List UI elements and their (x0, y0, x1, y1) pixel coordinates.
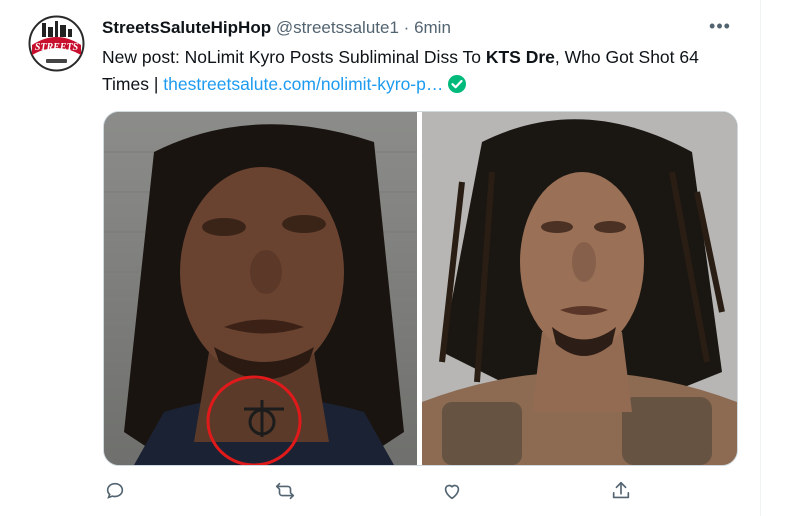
tweet-text-part1: New post: NoLimit Kyro Posts Subliminal … (102, 47, 486, 67)
more-options-icon[interactable]: ••• (705, 14, 735, 38)
share-icon[interactable] (610, 480, 636, 506)
check-circle-icon (448, 75, 467, 93)
tweet-header: StreetsSaluteHipHop @streetssalute1 · 6m… (102, 17, 451, 39)
tweet-text: New post: NoLimit Kyro Posts Subliminal … (102, 44, 722, 98)
mugshot-photo-right[interactable] (422, 112, 737, 465)
separator: · (403, 18, 410, 37)
avatar[interactable]: STREETS (28, 15, 85, 72)
display-name[interactable]: StreetsSaluteHipHop (102, 18, 271, 37)
mugshot-photo-left[interactable] (104, 112, 417, 465)
tweet[interactable]: STREETS StreetsSaluteHipHop @streetssalu… (0, 0, 761, 516)
handle[interactable]: @streetssalute1 (276, 18, 399, 37)
streets-salute-logo: STREETS (28, 15, 85, 72)
tweet-text-bold: KTS Dre (485, 47, 555, 67)
retweet-icon[interactable] (274, 480, 300, 506)
reply-icon[interactable] (104, 480, 130, 506)
like-icon[interactable] (441, 480, 467, 506)
article-link[interactable]: thestreetsalute.com/nolimit-kyro-p… (163, 74, 443, 94)
media-grid[interactable] (103, 111, 738, 466)
svg-text:STREETS: STREETS (35, 42, 79, 53)
timestamp[interactable]: 6min (414, 18, 451, 37)
